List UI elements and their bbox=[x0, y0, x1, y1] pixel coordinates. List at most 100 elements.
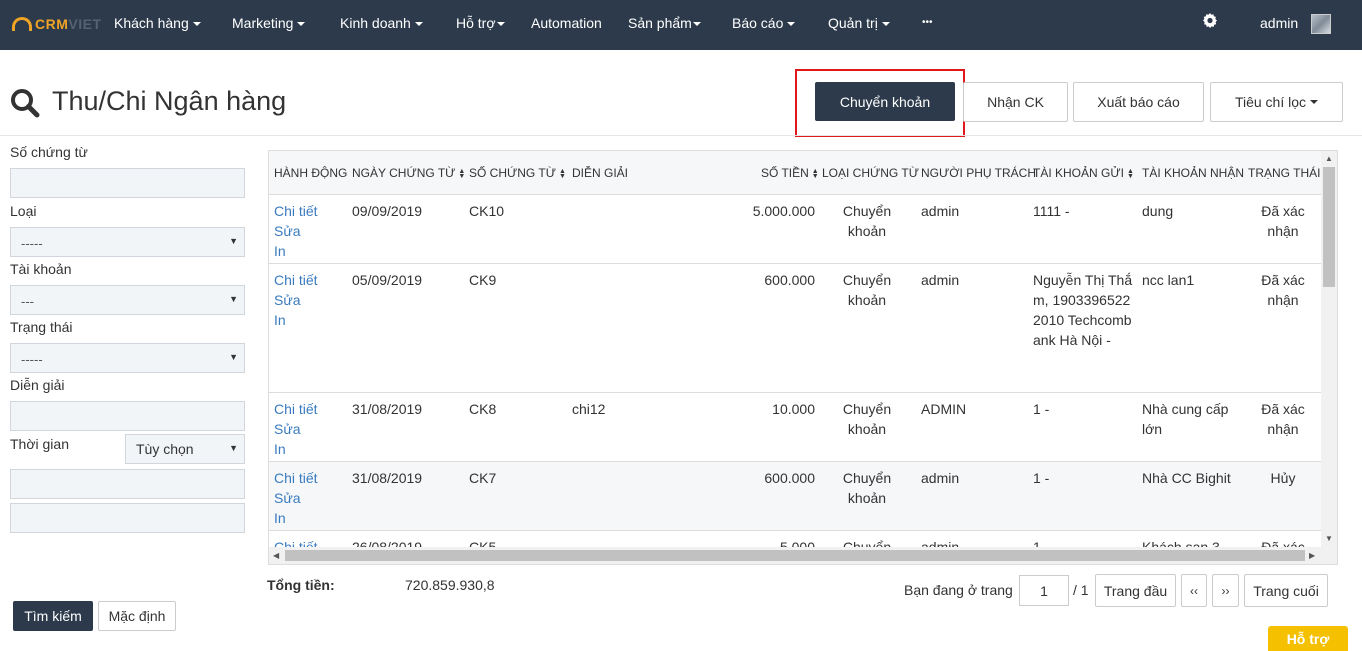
account-select[interactable]: --- bbox=[10, 285, 245, 315]
user-name[interactable]: admin bbox=[1260, 15, 1298, 31]
date-cell: 31/08/2019 bbox=[352, 470, 423, 486]
doc-no-cell: CK8 bbox=[469, 401, 497, 417]
page-total: / 1 bbox=[1073, 582, 1089, 598]
detail-link[interactable]: Chi tiết bbox=[274, 201, 318, 221]
nav-khach-hang[interactable]: Khách hàng bbox=[114, 15, 201, 31]
receive-transfer-button[interactable]: Nhận CK bbox=[963, 82, 1068, 122]
nav-automation[interactable]: Automation bbox=[531, 15, 602, 31]
col-action: HÀNH ĐỘNG bbox=[274, 166, 348, 180]
nav-kinh-doanh[interactable]: Kinh doanh bbox=[340, 15, 423, 31]
transfer-button[interactable]: Chuyển khoản bbox=[815, 82, 955, 121]
edit-link[interactable]: Sửa bbox=[274, 419, 318, 439]
date-from-input[interactable] bbox=[10, 469, 245, 499]
caret-down-icon bbox=[1310, 100, 1319, 104]
search-icon bbox=[11, 89, 40, 118]
logo[interactable]: CRMVIET bbox=[12, 14, 102, 34]
col-doc-date[interactable]: NGÀY CHỨNG TỪ ▲ ▼ bbox=[352, 166, 465, 180]
scroll-up-icon[interactable]: ▲ bbox=[1325, 154, 1333, 163]
col-label: SỐ CHỨNG TỪ bbox=[469, 166, 556, 180]
prev-page-button[interactable]: ‹‹ bbox=[1181, 574, 1207, 607]
scroll-down-icon[interactable]: ▼ bbox=[1325, 534, 1333, 543]
next-page-button[interactable]: ›› bbox=[1212, 574, 1239, 607]
col-label: NGÀY CHỨNG TỪ bbox=[352, 166, 456, 180]
description-input[interactable] bbox=[10, 401, 245, 431]
type-select[interactable]: ----- bbox=[10, 227, 245, 257]
print-link[interactable]: In bbox=[274, 241, 318, 261]
date-to-input[interactable] bbox=[10, 503, 245, 533]
sort-icon: ▲ ▼ bbox=[458, 167, 466, 180]
caret-down-icon bbox=[787, 22, 796, 27]
col-owner: NGƯỜI PHỤ TRÁCH bbox=[921, 166, 1036, 180]
status-cell: Đã xác nhận bbox=[1261, 401, 1305, 437]
doc-no-cell: CK10 bbox=[469, 203, 505, 219]
print-link[interactable]: In bbox=[274, 439, 318, 459]
nav-bao-cao[interactable]: Báo cáo bbox=[732, 15, 796, 31]
date-cell: 31/08/2019 bbox=[352, 401, 423, 417]
edit-link[interactable]: Sửa bbox=[274, 290, 318, 310]
col-label: SỐ TIỀN bbox=[761, 166, 809, 180]
action-cell: Chi tiết Sửa In bbox=[274, 201, 318, 261]
caret-down-icon bbox=[692, 22, 701, 27]
col-amount[interactable]: SỐ TIỀN ▲ ▼ bbox=[761, 166, 819, 180]
sort-icon: ▲ ▼ bbox=[558, 167, 566, 180]
time-select-value: Tùy chọn bbox=[136, 441, 194, 457]
nav-marketing[interactable]: Marketing bbox=[232, 15, 306, 31]
help-button[interactable]: Hỗ trợ bbox=[1268, 626, 1348, 651]
nav-label: Quản trị bbox=[828, 15, 878, 31]
col-doc-no[interactable]: SỐ CHỨNG TỪ ▲ ▼ bbox=[469, 166, 566, 180]
horizontal-scrollbar[interactable]: ◀ ▶ bbox=[269, 547, 1321, 564]
nav-more[interactable]: ••• bbox=[922, 17, 933, 28]
horizontal-scroll-thumb[interactable] bbox=[285, 550, 1305, 561]
first-page-button[interactable]: Trang đầu bbox=[1095, 574, 1176, 607]
print-link[interactable]: In bbox=[274, 310, 318, 330]
from-account-cell: 1111 - bbox=[1033, 203, 1070, 219]
caret-down-icon bbox=[297, 22, 306, 27]
nav-ho-tro[interactable]: Hỗ trợ bbox=[456, 15, 505, 31]
status-label: Trạng thái bbox=[10, 319, 73, 335]
status-cell: Hủy bbox=[1270, 470, 1296, 486]
detail-link[interactable]: Chi tiết bbox=[274, 399, 318, 419]
filter-criteria-button[interactable]: Tiêu chí lọc bbox=[1210, 82, 1343, 122]
logo-text-a: CRM bbox=[35, 16, 69, 32]
gear-icon[interactable] bbox=[1202, 13, 1218, 29]
vertical-scrollbar[interactable]: ▲ ▼ bbox=[1321, 151, 1337, 564]
detail-link[interactable]: Chi tiết bbox=[274, 468, 318, 488]
edit-link[interactable]: Sửa bbox=[274, 488, 318, 508]
col-from-account[interactable]: TÀI KHOẢN GỬI ▲ ▼ bbox=[1033, 166, 1134, 180]
default-button[interactable]: Mặc định bbox=[98, 601, 176, 631]
scroll-right-icon[interactable]: ▶ bbox=[1309, 551, 1315, 560]
doc-no-input[interactable] bbox=[10, 168, 245, 198]
type-cell: Chuyển khoản bbox=[842, 203, 892, 239]
top-navbar: CRMVIET Khách hàng Marketing Kinh doanh … bbox=[0, 0, 1362, 50]
avatar[interactable] bbox=[1311, 14, 1331, 34]
vertical-scroll-thumb[interactable] bbox=[1323, 167, 1335, 287]
status-select[interactable]: ----- bbox=[10, 343, 245, 373]
page-number-input[interactable]: 1 bbox=[1019, 575, 1069, 606]
from-account-cell: 1 - bbox=[1033, 470, 1050, 486]
time-select[interactable]: Tùy chọn bbox=[125, 434, 245, 464]
status-cell: Đã xác nhận bbox=[1261, 203, 1305, 239]
col-doc-type: LOẠI CHỨNG TỪ bbox=[822, 166, 919, 180]
detail-link[interactable]: Chi tiết bbox=[274, 270, 318, 290]
to-account-cell: dung bbox=[1142, 203, 1174, 219]
filter-criteria-label: Tiêu chí lọc bbox=[1234, 94, 1307, 110]
nav-san-pham[interactable]: Sản phẩm bbox=[628, 15, 701, 31]
nav-label: Automation bbox=[531, 15, 602, 31]
time-label: Thời gian bbox=[10, 436, 69, 452]
caret-down-icon bbox=[414, 22, 423, 27]
description-cell: chi12 bbox=[572, 401, 606, 417]
export-report-button[interactable]: Xuất báo cáo bbox=[1073, 82, 1204, 122]
edit-link[interactable]: Sửa bbox=[274, 221, 318, 241]
nav-label: Marketing bbox=[232, 15, 294, 31]
print-link[interactable]: In bbox=[274, 508, 318, 528]
page-title: Thu/Chi Ngân hàng bbox=[52, 86, 287, 116]
from-account-cell: Nguyễn Thị Thắm, 19033965222010 Techcomb… bbox=[1033, 272, 1133, 348]
nav-quan-tri[interactable]: Quản trị bbox=[828, 15, 890, 31]
scroll-left-icon[interactable]: ◀ bbox=[273, 551, 279, 560]
type-label: Loại bbox=[10, 203, 37, 219]
last-page-button[interactable]: Trang cuối bbox=[1244, 574, 1328, 607]
search-button[interactable]: Tìm kiếm bbox=[13, 601, 93, 631]
to-account-cell: Nhà CC Bighit bbox=[1142, 470, 1231, 486]
account-label: Tài khoản bbox=[10, 261, 72, 277]
date-cell: 05/09/2019 bbox=[352, 272, 423, 288]
